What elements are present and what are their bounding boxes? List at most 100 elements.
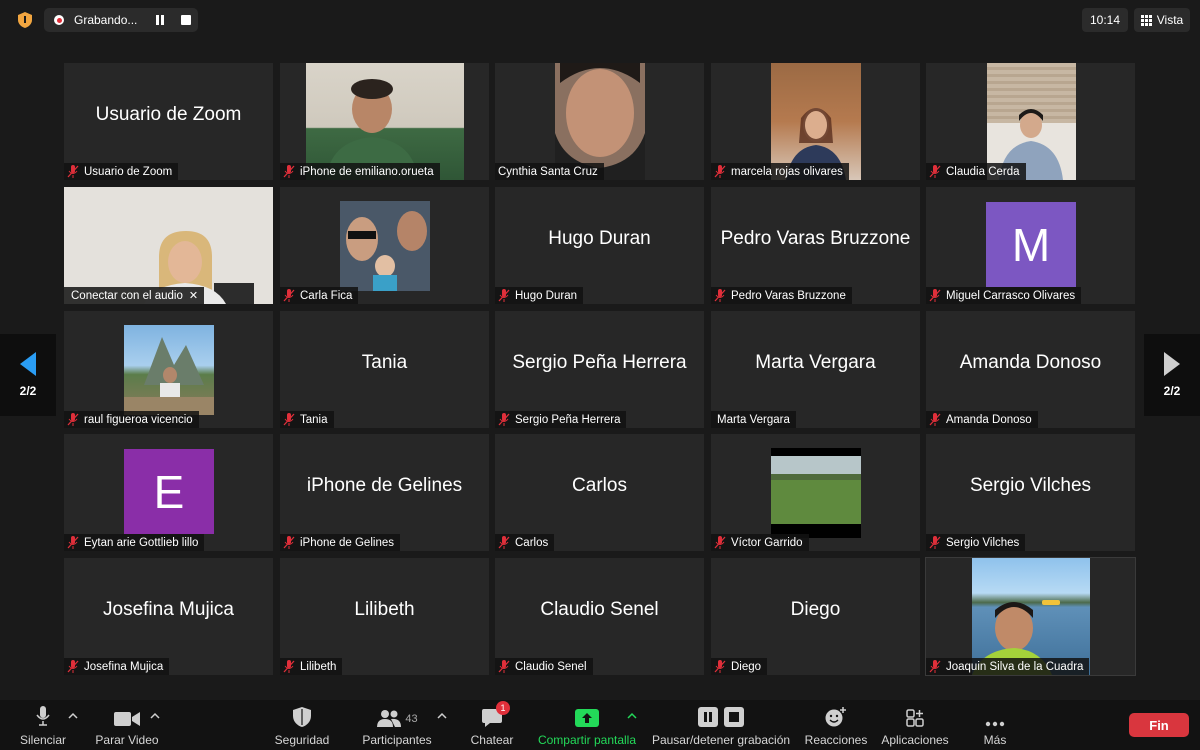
participant-tile[interactable]: Sergio Vilches Sergio Vilches	[926, 434, 1135, 551]
participants-button[interactable]: 43 Participantes	[362, 705, 432, 747]
mute-button[interactable]: Silenciar	[18, 705, 68, 747]
video-label: Parar Video	[95, 733, 159, 747]
stop-icon	[181, 15, 191, 25]
participant-name: Miguel Carrasco Olivares	[946, 289, 1076, 302]
more-dots-icon	[985, 721, 1005, 727]
participant-nametag: Sergio Vilches	[926, 534, 1026, 551]
chevron-up-icon[interactable]	[627, 712, 637, 720]
participant-name: Lilibeth	[300, 660, 337, 673]
participants-count: 43	[405, 713, 418, 725]
security-button[interactable]: Seguridad	[273, 705, 331, 747]
participant-nametag: Tania	[280, 411, 334, 428]
participant-name: Sergio Peña Herrera	[515, 413, 621, 426]
stop-recording-button[interactable]	[178, 12, 194, 28]
next-page-button[interactable]: 2/2	[1144, 334, 1200, 416]
participant-name: Tania	[300, 413, 328, 426]
participant-tile[interactable]: Lilibeth Lilibeth	[280, 558, 489, 675]
participant-name: Carlos	[515, 536, 549, 549]
end-meeting-button[interactable]: Fin	[1129, 713, 1189, 737]
chat-button[interactable]: 1 Chatear	[470, 701, 514, 747]
participant-name: Cynthia Santa Cruz	[498, 165, 598, 178]
participant-tile[interactable]: Pedro Varas Bruzzone Pedro Varas Bruzzon…	[711, 187, 920, 304]
participant-nametag: Marta Vergara	[711, 411, 796, 428]
pause-recording-button[interactable]	[152, 12, 168, 28]
more-button[interactable]: Más	[976, 705, 1014, 747]
arrow-right-icon	[1164, 352, 1180, 376]
muted-mic-icon	[714, 660, 726, 673]
shield-icon	[293, 707, 311, 727]
muted-mic-icon	[67, 660, 79, 673]
participant-tile[interactable]: Diego Diego	[711, 558, 920, 675]
muted-mic-icon	[929, 660, 941, 673]
chevron-up-icon[interactable]	[437, 712, 447, 720]
share-screen-button[interactable]: Compartir pantalla	[537, 705, 637, 747]
chevron-up-icon[interactable]	[150, 712, 160, 720]
muted-mic-icon	[929, 536, 941, 549]
connect-audio-nametag[interactable]: Conectar con el audio ✕	[64, 287, 205, 304]
participant-tile[interactable]: Sergio Peña Herrera Sergio Peña Herrera	[495, 311, 704, 428]
previous-page-button[interactable]: 2/2	[0, 334, 56, 416]
participant-nametag: Joaquin Silva de la Cuadra	[926, 658, 1090, 675]
participant-name: Claudia Cerda	[946, 165, 1020, 178]
participant-tile[interactable]: Josefina Mujica Josefina Mujica	[64, 558, 273, 675]
arrow-left-icon	[20, 352, 36, 376]
participant-tile[interactable]: Claudio Senel Claudio Senel	[495, 558, 704, 675]
participant-name: Usuario de Zoom	[84, 165, 173, 178]
participant-nametag: Víctor Garrido	[711, 534, 809, 551]
participant-name: Marta Vergara	[717, 413, 790, 426]
participant-tile-self[interactable]: Conectar con el audio ✕	[64, 187, 273, 304]
participant-nametag: Lilibeth	[280, 658, 343, 675]
participant-tile[interactable]: Marta Vergara Marta Vergara	[711, 311, 920, 428]
muted-mic-icon	[283, 289, 295, 302]
participant-name: Diego	[731, 660, 762, 673]
apps-label: Aplicaciones	[881, 733, 949, 747]
muted-mic-icon	[283, 660, 295, 673]
reactions-button[interactable]: Reacciones	[805, 705, 867, 747]
participant-tile[interactable]: marcela rojas olivares	[711, 63, 920, 180]
recording-dot-icon	[54, 15, 64, 25]
participant-video	[771, 448, 861, 538]
participant-tile-active[interactable]: Joaquin Silva de la Cuadra	[925, 557, 1136, 676]
close-icon[interactable]: ✕	[189, 289, 198, 302]
participant-name: Sergio Vilches	[946, 536, 1020, 549]
participant-display-name: Sergio Vilches	[969, 474, 1092, 496]
participant-display-name: Diego	[790, 598, 841, 620]
page-indicator-right: 2/2	[1163, 384, 1181, 398]
participant-tile[interactable]: M Miguel Carrasco Olivares	[926, 187, 1135, 304]
muted-mic-icon	[283, 536, 295, 549]
participants-icon	[377, 710, 402, 727]
participant-display-name: Sergio Peña Herrera	[512, 351, 687, 373]
participant-nametag: Claudia Cerda	[926, 163, 1026, 180]
chevron-up-icon[interactable]	[68, 712, 78, 720]
security-shield-icon[interactable]	[14, 9, 36, 31]
participant-nametag: marcela rojas olivares	[711, 163, 849, 180]
connect-audio-label[interactable]: Conectar con el audio	[71, 290, 183, 302]
participant-tile[interactable]: iPhone de Gelines iPhone de Gelines	[280, 434, 489, 551]
participant-tile[interactable]: E Eytan arie Gottlieb lillo	[64, 434, 273, 551]
muted-mic-icon	[929, 165, 941, 178]
participant-tile[interactable]: Hugo Duran Hugo Duran	[495, 187, 704, 304]
participant-tile[interactable]: iPhone de emiliano.orueta	[280, 63, 489, 180]
participant-nametag: raul figueroa vicencio	[64, 411, 199, 428]
muted-mic-icon	[283, 165, 295, 178]
participant-tile[interactable]: Carla Fica	[280, 187, 489, 304]
participant-tile[interactable]: Claudia Cerda	[926, 63, 1135, 180]
participant-tile[interactable]: Carlos Carlos	[495, 434, 704, 551]
participant-tile[interactable]: Tania Tania	[280, 311, 489, 428]
participant-nametag: Sergio Peña Herrera	[495, 411, 627, 428]
participant-grid: Usuario de Zoom Usuario de Zoom iPhone d…	[64, 63, 1136, 676]
chat-label: Chatear	[470, 733, 514, 747]
participant-avatar: M	[986, 202, 1076, 287]
muted-mic-icon	[498, 536, 510, 549]
participant-tile[interactable]: Cynthia Santa Cruz	[495, 63, 704, 180]
participant-tile[interactable]: Usuario de Zoom Usuario de Zoom	[64, 63, 273, 180]
record-controls-button[interactable]: Pausar/detener grabación	[652, 705, 790, 747]
view-button[interactable]: Vista	[1134, 8, 1190, 32]
participant-display-name: Marta Vergara	[755, 351, 876, 373]
apps-button[interactable]: Aplicaciones	[881, 705, 949, 747]
view-label: Vista	[1156, 13, 1184, 27]
participant-tile[interactable]: Víctor Garrido	[711, 434, 920, 551]
participant-tile[interactable]: Amanda Donoso Amanda Donoso	[926, 311, 1135, 428]
more-label: Más	[983, 733, 1007, 747]
participant-tile[interactable]: raul figueroa vicencio	[64, 311, 273, 428]
